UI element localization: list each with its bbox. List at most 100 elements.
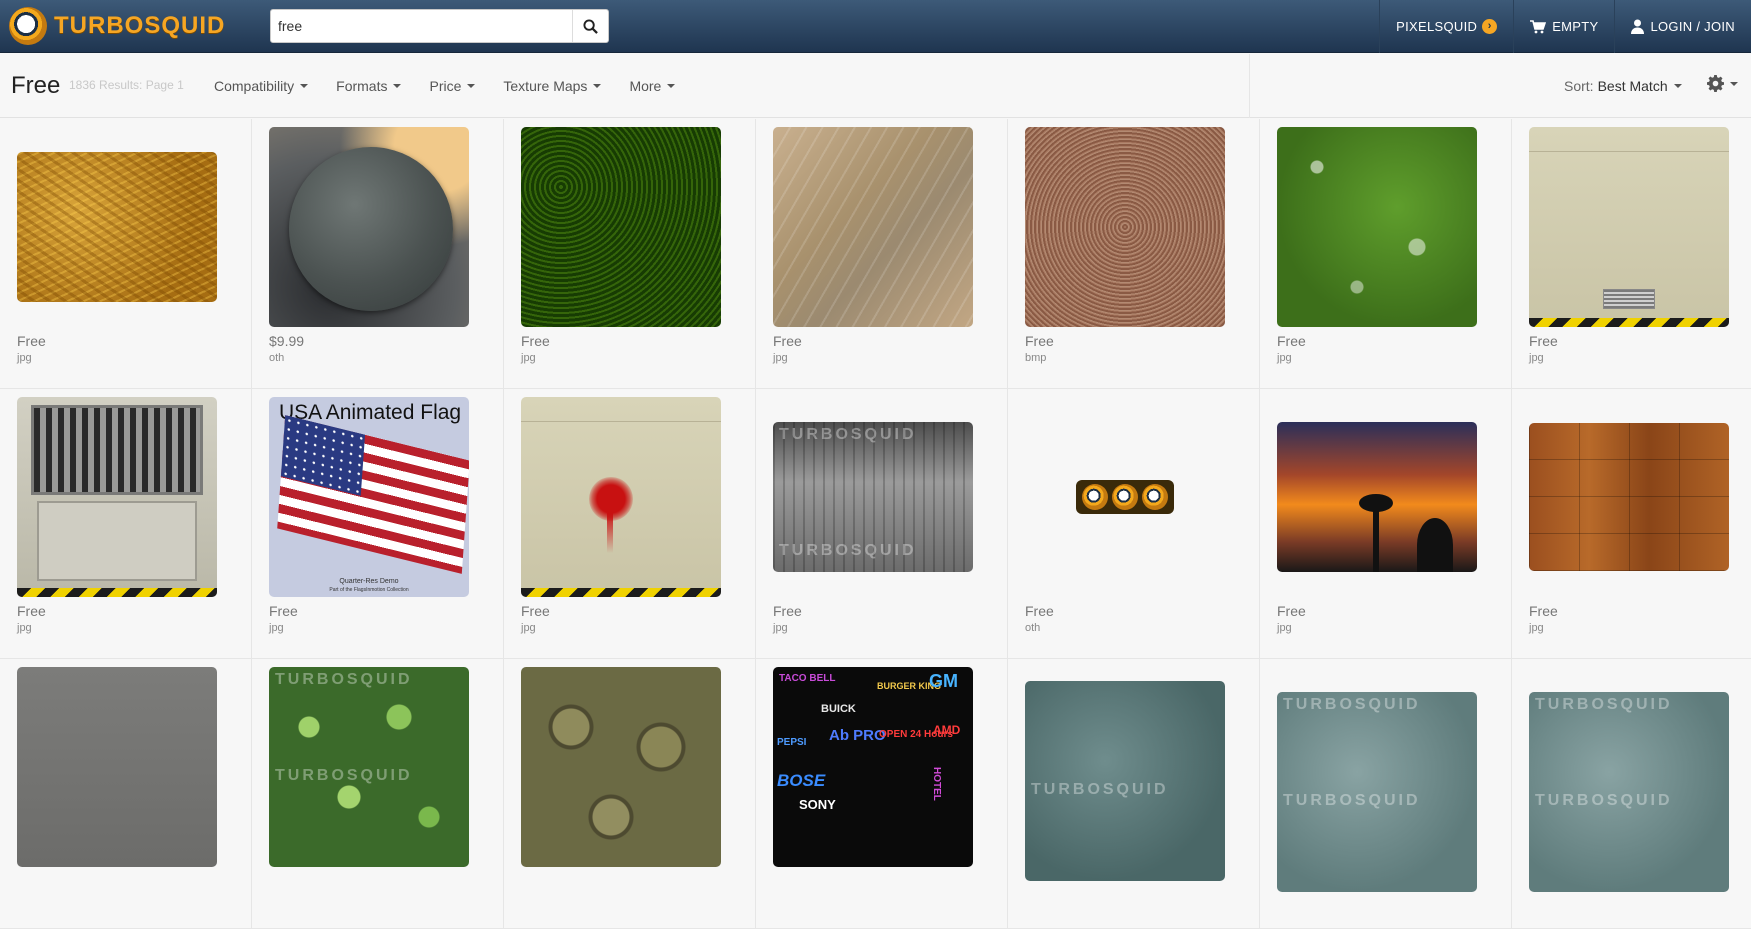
filter-label: Price (429, 78, 462, 94)
filter-texture-maps[interactable]: Texture Maps (489, 78, 615, 94)
neon-sign-text: BUICK (821, 703, 856, 715)
filter-compatibility[interactable]: Compatibility (200, 78, 322, 94)
neon-sign-text: GM (929, 671, 958, 691)
product-card[interactable]: Free jpg (0, 119, 252, 389)
thumbnail[interactable] (1529, 397, 1729, 597)
product-card[interactable]: TURBOSQUID (1008, 659, 1260, 929)
product-card[interactable]: TURBOSQUID TURBOSQUID (1260, 659, 1512, 929)
fur-texture-image (17, 152, 217, 302)
page-title: Free (11, 72, 61, 99)
thumbnail[interactable] (1277, 397, 1477, 597)
product-format: jpg (1529, 622, 1544, 634)
product-price: Free (773, 603, 802, 619)
thumbnail[interactable] (521, 127, 721, 327)
product-card[interactable]: TURBOSQUID TURBOSQUID (252, 659, 504, 929)
product-card[interactable]: Free jpg (756, 119, 1008, 389)
search-input[interactable] (271, 10, 571, 42)
cobblestone-texture-image (521, 667, 721, 867)
watermark: TURBOSQUID (779, 426, 917, 443)
product-format: jpg (17, 352, 32, 364)
neon-sign-text: SONY (799, 797, 836, 812)
product-price: Free (1025, 333, 1054, 349)
sunset-photo-image (1277, 422, 1477, 572)
product-card[interactable]: Free jpg (1260, 389, 1512, 659)
pixelsquid-link[interactable]: PIXELSQUID › (1379, 0, 1513, 53)
product-format: jpg (521, 622, 536, 634)
product-card[interactable]: TURBOSQUID TURBOSQUID Free jpg (756, 389, 1008, 659)
thumbnail[interactable] (1529, 127, 1729, 327)
filter-label: Formats (336, 78, 388, 94)
thumbnail[interactable] (1025, 127, 1225, 327)
thumbnail[interactable] (1025, 397, 1225, 597)
product-card[interactable]: Free jpg (0, 389, 252, 659)
product-card[interactable] (0, 659, 252, 929)
product-card[interactable]: TACO BELL BUICK BURGER KING GM PEPSI Ab … (756, 659, 1008, 929)
thumbnail[interactable]: USA Animated Flag Quarter-Res Demo Part … (269, 397, 469, 597)
thumbnail[interactable] (1277, 127, 1477, 327)
sort-dropdown[interactable]: Sort: Best Match (1564, 78, 1682, 94)
product-card[interactable]: Free jpg (504, 119, 756, 389)
product-card[interactable]: Free oth (1008, 389, 1260, 659)
concrete-texture-image (17, 667, 217, 867)
product-card[interactable]: $9.99 oth (252, 119, 504, 389)
product-card[interactable]: USA Animated Flag Quarter-Res Demo Part … (252, 389, 504, 659)
us-flag-graphic (277, 415, 469, 574)
product-card[interactable]: Free jpg (504, 389, 756, 659)
product-card[interactable]: Free jpg (1512, 119, 1751, 389)
filter-more[interactable]: More (615, 78, 689, 94)
watermark: TURBOSQUID (275, 671, 413, 688)
watermark: TURBOSQUID (1535, 696, 1673, 713)
thumbnail[interactable]: TURBOSQUID TURBOSQUID (1277, 692, 1477, 892)
turbosquid-logo[interactable]: TURBOSQUID (9, 6, 225, 46)
logo-strip-image (1076, 480, 1174, 514)
product-card[interactable]: Free jpg (1512, 389, 1751, 659)
filter-price[interactable]: Price (415, 78, 489, 94)
chevron-right-circle-icon: › (1482, 19, 1498, 34)
sort-label: Sort: (1564, 78, 1594, 94)
search-button[interactable] (572, 10, 608, 42)
results-count: 1836 Results: Page 1 (69, 78, 184, 92)
product-format: jpg (269, 622, 284, 634)
watermark: TURBOSQUID (1535, 792, 1673, 809)
product-format: bmp (1025, 352, 1047, 364)
flag-thumb-subcaption: Part of the FlagsInmotion Collection (329, 587, 409, 593)
neon-signs-image: TACO BELL BUICK BURGER KING GM PEPSI Ab … (773, 667, 973, 867)
thumbnail[interactable] (269, 127, 469, 327)
thumbnail[interactable]: TURBOSQUID TURBOSQUID (269, 667, 469, 867)
cart-link[interactable]: EMPTY (1513, 0, 1614, 53)
clover-texture-image: TURBOSQUID TURBOSQUID (269, 667, 469, 867)
gravel-texture-image (1025, 127, 1225, 327)
product-card[interactable]: Free bmp (1008, 119, 1260, 389)
login-join-link[interactable]: LOGIN / JOIN (1614, 0, 1751, 53)
settings-dropdown[interactable] (1707, 75, 1738, 92)
product-format: jpg (773, 622, 788, 634)
thumbnail[interactable]: TURBOSQUID (1025, 681, 1225, 881)
thumbnail[interactable] (17, 127, 217, 327)
marble-texture-image: TURBOSQUID TURBOSQUID (1529, 692, 1729, 892)
filter-label: Compatibility (214, 78, 295, 94)
product-price: Free (17, 603, 46, 619)
thumbnail[interactable] (521, 667, 721, 867)
thumbnail[interactable] (17, 397, 217, 597)
cart-label: EMPTY (1552, 19, 1599, 34)
neon-sign-text: HOTEL (931, 767, 942, 801)
neon-sign-text: TACO BELL (779, 673, 836, 684)
product-price: Free (1277, 333, 1306, 349)
thumbnail[interactable]: TURBOSQUID TURBOSQUID (1529, 692, 1729, 892)
marble-texture-image: TURBOSQUID (1025, 681, 1225, 881)
product-card[interactable] (504, 659, 756, 929)
logo-text: TURBOSQUID (54, 12, 226, 39)
thumbnail[interactable] (773, 127, 973, 327)
thumbnail[interactable] (17, 667, 217, 867)
product-format: jpg (1277, 352, 1292, 364)
product-format: oth (269, 352, 285, 364)
watermark: TURBOSQUID (1283, 792, 1421, 809)
thumbnail[interactable]: TURBOSQUID TURBOSQUID (773, 397, 973, 597)
thumbnail[interactable]: TACO BELL BUICK BURGER KING GM PEPSI Ab … (773, 667, 973, 867)
product-card[interactable]: Free jpg (1260, 119, 1512, 389)
thumbnail[interactable] (521, 397, 721, 597)
door-texture-image (17, 397, 217, 597)
caret-down-icon (300, 84, 309, 88)
product-card[interactable]: TURBOSQUID TURBOSQUID (1512, 659, 1751, 929)
filter-formats[interactable]: Formats (322, 78, 415, 94)
